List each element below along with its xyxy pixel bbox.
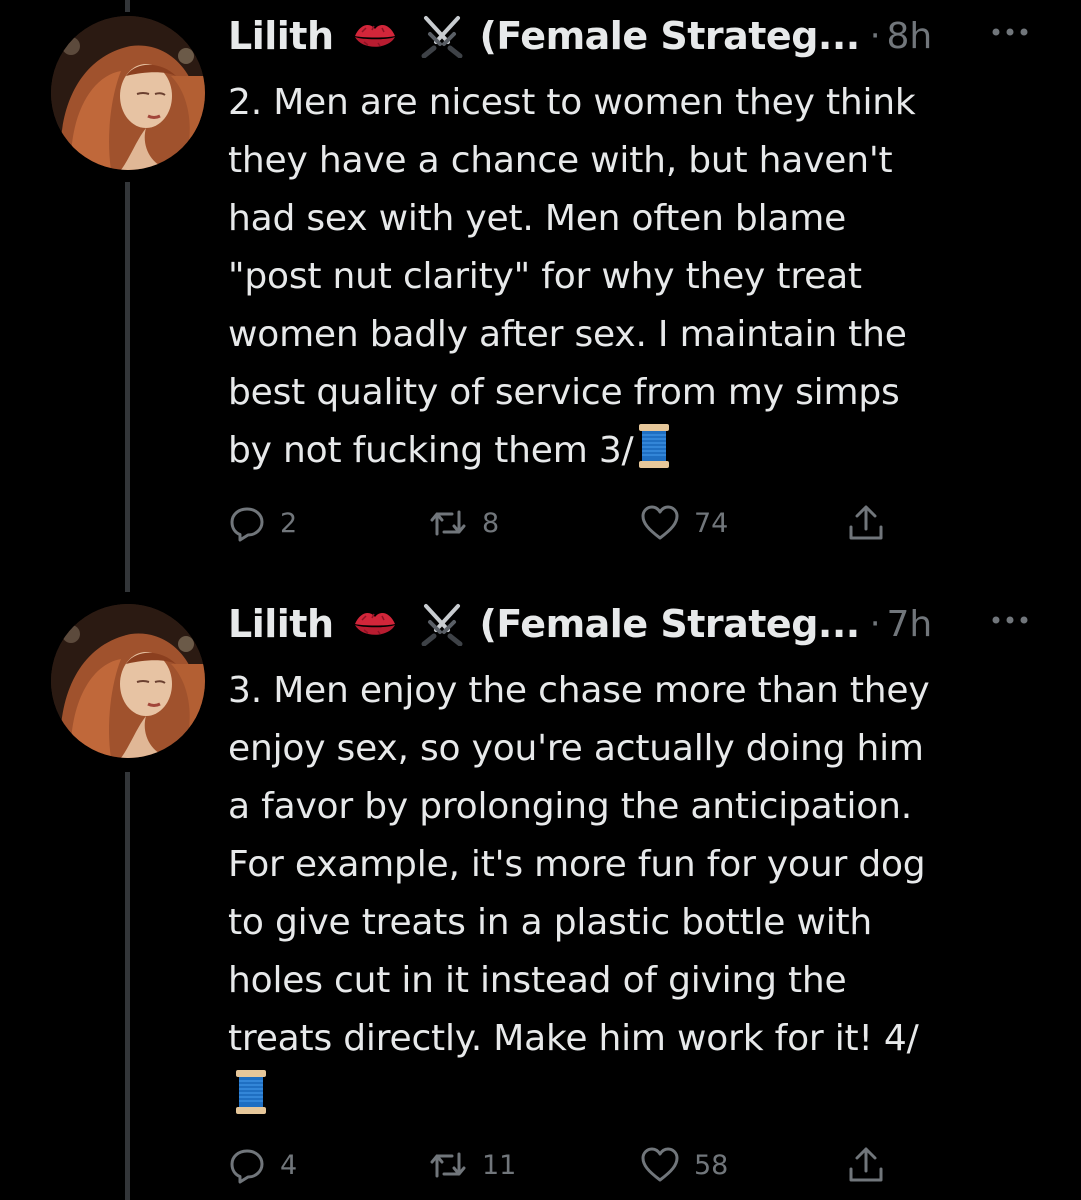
tweet-text-line-emoji (228, 1068, 1048, 1126)
tweet-actions: 4 11 58 (228, 1140, 908, 1190)
retweet-count: 11 (482, 1149, 517, 1181)
like-button[interactable]: 74 (640, 498, 728, 548)
author-name[interactable]: Lilith (228, 14, 334, 58)
tweet-header: Lilith (Female Strateg... · 8h (228, 8, 932, 64)
spool-of-thread-icon (236, 1070, 266, 1114)
tweet-2[interactable]: Lilith (Female Strateg... · 7h 3. Men en… (0, 596, 1081, 1200)
tweet-text-line: had sex with yet. Men often blame (228, 198, 847, 239)
tweet-text: 3. Men enjoy the chase more than they en… (228, 662, 1048, 1126)
share-icon (849, 505, 883, 540)
reply-count: 4 (280, 1149, 298, 1181)
tweet-text-line: "post nut clarity" for why they treat (228, 256, 862, 297)
author-display-suffix[interactable]: (Female Strateg... (480, 14, 861, 58)
separator-dot: · (869, 604, 881, 644)
tweet-text: 2. Men are nicest to women they think th… (228, 74, 1048, 480)
tweet-text-line: 3. Men enjoy the chase more than they (228, 670, 930, 711)
author-display-suffix[interactable]: (Female Strateg... (480, 602, 861, 646)
tweet-header: Lilith (Female Strateg... · 7h (228, 596, 932, 652)
reply-icon (230, 507, 264, 542)
retweet-button[interactable]: 8 (428, 498, 499, 548)
tweet-text-line: 2. Men are nicest to women they think (228, 82, 916, 123)
more-options-icon[interactable] (988, 610, 1032, 630)
tweet-text-line: by not fucking them 3/ (228, 430, 634, 471)
tweet-text-line: enjoy sex, so you're actually doing him (228, 728, 924, 769)
tweet-text-line: best quality of service from my simps (228, 372, 900, 413)
tweet-actions: 2 8 74 (228, 498, 908, 548)
avatar[interactable] (51, 604, 205, 758)
retweet-icon (430, 1152, 466, 1178)
kiss-mark-icon (354, 24, 395, 47)
tweet-text-line-last: by not fucking them 3/ (228, 422, 1048, 480)
like-count: 74 (694, 507, 729, 539)
reply-button[interactable]: 4 (228, 1140, 297, 1190)
tweet-text-line: For example, it's more fun for your dog (228, 844, 926, 885)
tweet-text-line: to give treats in a plastic bottle with (228, 902, 873, 943)
heart-icon (641, 505, 679, 540)
tweet-text-line: treats directly. Make him work for it! 4… (228, 1018, 919, 1059)
tweet-1[interactable]: Lilith (Female Strateg... · 8h 2. Men ar… (0, 8, 1081, 568)
share-button[interactable] (846, 498, 886, 548)
separator-dot: · (869, 16, 881, 56)
reply-icon (230, 1149, 264, 1184)
like-button[interactable]: 58 (640, 1140, 728, 1190)
avatar[interactable] (51, 16, 205, 170)
reply-count: 2 (280, 507, 298, 539)
timestamp[interactable]: 8h (887, 16, 933, 57)
author-name[interactable]: Lilith (228, 602, 334, 646)
share-icon (849, 1147, 883, 1182)
heart-icon (641, 1147, 679, 1182)
tweet-text-line: they have a chance with, but haven't (228, 140, 893, 181)
tweet-text-line: women badly after sex. I maintain the (228, 314, 907, 355)
timestamp[interactable]: 7h (887, 604, 933, 645)
retweet-icon (430, 510, 466, 536)
crossed-swords-icon (421, 16, 463, 58)
retweet-button[interactable]: 11 (428, 1140, 516, 1190)
tweet-text-line: a favor by prolonging the anticipation. (228, 786, 912, 827)
tweet-text-line: holes cut in it instead of giving the (228, 960, 847, 1001)
crossed-swords-icon (421, 604, 463, 646)
more-options-icon[interactable] (988, 22, 1032, 42)
share-button[interactable] (846, 1140, 886, 1190)
spool-of-thread-icon (639, 424, 670, 468)
kiss-mark-icon (354, 612, 395, 635)
retweet-count: 8 (482, 507, 500, 539)
like-count: 58 (694, 1149, 729, 1181)
reply-button[interactable]: 2 (228, 498, 297, 548)
